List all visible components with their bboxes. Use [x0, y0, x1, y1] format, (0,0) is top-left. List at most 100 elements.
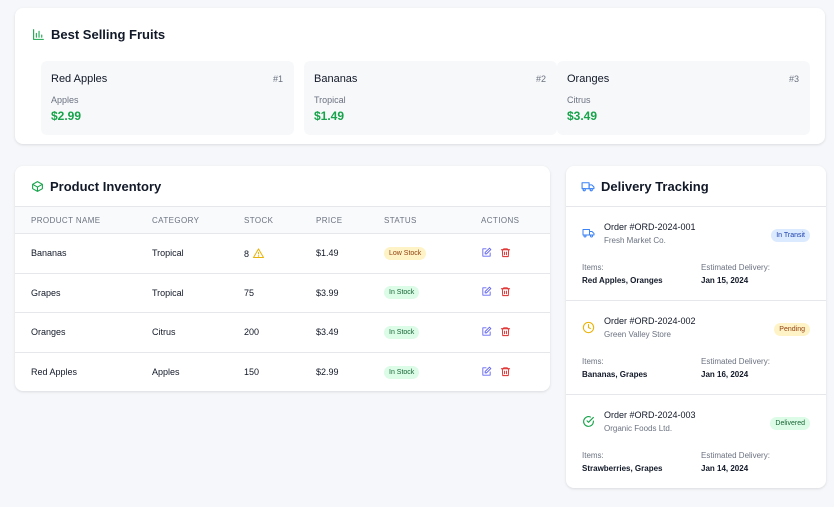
status-badge: In Stock: [384, 325, 420, 339]
warning-icon: [253, 248, 265, 258]
delete-icon[interactable]: [500, 366, 511, 377]
fruit-category: Apples: [51, 95, 79, 105]
cell-category: Citrus: [152, 312, 244, 353]
order-id: Order #ORD-2024-002: [604, 316, 696, 326]
cell-price: $3.49: [316, 312, 384, 353]
delete-icon[interactable]: [500, 326, 511, 337]
order-id: Order #ORD-2024-001: [604, 222, 696, 232]
eta-value: Jan 16, 2024: [701, 370, 749, 379]
stock-value: 8: [244, 248, 250, 259]
table-row: Red Apples Apples 150 $2.99 In Stock: [15, 352, 550, 392]
eta-label: Estimated Delivery:: [701, 451, 770, 460]
cell-price: $1.49: [316, 233, 384, 274]
cell-actions: [481, 352, 550, 392]
cell-actions: [481, 273, 550, 313]
inventory-table: PRODUCT NAME CATEGORY STOCK PRICE STATUS…: [15, 206, 550, 392]
items-value: Strawberries, Grapes: [582, 464, 663, 473]
fruit-name: Oranges: [567, 73, 610, 85]
order-item[interactable]: Order #ORD-2024-001 Fresh Market Co. In …: [566, 206, 826, 300]
column-header[interactable]: STATUS: [384, 207, 481, 234]
table-header-row: PRODUCT NAME CATEGORY STOCK PRICE STATUS…: [15, 206, 550, 234]
table-row: Oranges Citrus 200 $3.49 In Stock: [15, 312, 550, 353]
delete-icon[interactable]: [500, 286, 511, 297]
cell-status: In Stock: [384, 273, 481, 313]
order-item[interactable]: Order #ORD-2024-002 Green Valley Store P…: [566, 300, 826, 394]
column-header: ACTIONS: [481, 215, 520, 225]
items-label: Items:: [582, 451, 604, 460]
eta-label: Estimated Delivery:: [701, 357, 770, 366]
fruit-price: $2.99: [51, 109, 82, 123]
fruit-category: Tropical: [314, 95, 346, 105]
status-badge: Pending: [774, 323, 810, 336]
delivery-title: Delivery Tracking: [581, 179, 709, 194]
items-label: Items:: [582, 357, 604, 366]
cell-stock: 200: [244, 312, 316, 353]
delivery-title-text: Delivery Tracking: [601, 179, 709, 194]
cell-stock: 75: [244, 273, 316, 313]
clock-icon: [582, 321, 595, 334]
column-header[interactable]: STOCK: [244, 207, 316, 234]
best-seller-item[interactable]: Red Apples #1 Apples $2.99: [41, 61, 294, 135]
cell-price: $3.99: [316, 273, 384, 313]
table-row: Bananas Tropical 8 $1.49 Low Stock: [15, 233, 550, 274]
edit-icon[interactable]: [481, 286, 492, 297]
eta-value: Jan 14, 2024: [701, 464, 749, 473]
status-badge: In Stock: [384, 286, 420, 300]
inventory-title-text: Product Inventory: [50, 179, 162, 194]
edit-icon[interactable]: [481, 366, 492, 377]
column-header[interactable]: PRICE: [316, 207, 384, 234]
cell-actions: [481, 233, 550, 274]
truck-icon: [582, 229, 595, 238]
order-id: Order #ORD-2024-003: [604, 410, 696, 420]
fruit-rank: #1: [272, 74, 283, 84]
bar-chart-icon: [33, 29, 44, 40]
best-selling-card: Best Selling Fruits Red Apples #1 Apples…: [15, 8, 825, 144]
delivery-card: Delivery Tracking Order #ORD-2024-001 Fr…: [566, 166, 826, 488]
order-store: Fresh Market Co.: [604, 236, 666, 245]
cell-category: Tropical: [152, 273, 244, 313]
status-badge: In Stock: [384, 365, 420, 379]
cell-name: Grapes: [15, 273, 152, 313]
fruit-name: Red Apples: [51, 73, 108, 85]
cell-category: Tropical: [152, 233, 244, 274]
eta-value: Jan 15, 2024: [701, 276, 749, 285]
cell-price: $2.99: [316, 367, 339, 377]
order-store: Green Valley Store: [604, 330, 671, 339]
delete-icon[interactable]: [500, 247, 511, 258]
table-row: Grapes Tropical 75 $3.99 In Stock: [15, 273, 550, 313]
check-circle-icon: [583, 416, 594, 427]
inventory-title: Product Inventory: [31, 179, 161, 194]
edit-icon[interactable]: [481, 247, 492, 258]
cell-stock: 150: [244, 367, 260, 377]
best-selling-title: Best Selling Fruits: [32, 27, 165, 42]
cell-stock: 8: [244, 233, 316, 274]
eta-label: Estimated Delivery:: [701, 263, 770, 272]
edit-icon[interactable]: [481, 326, 492, 337]
cell-name: Bananas: [15, 233, 152, 274]
fruit-rank: #2: [535, 74, 546, 84]
truck-icon: [581, 182, 595, 192]
items-value: Red Apples, Oranges: [582, 276, 663, 285]
cell-status: Low Stock: [384, 233, 481, 274]
fruit-price: $3.49: [567, 109, 598, 123]
items-label: Items:: [582, 263, 604, 272]
cell-status: In Stock: [384, 312, 481, 353]
cell-name: Red Apples: [31, 367, 78, 377]
column-header[interactable]: PRODUCT NAME: [15, 207, 152, 234]
order-item[interactable]: Order #ORD-2024-003 Organic Foods Ltd. D…: [566, 394, 826, 488]
column-header[interactable]: CATEGORY: [152, 207, 244, 234]
best-seller-item[interactable]: Oranges #3 Citrus $3.49: [557, 61, 810, 135]
cell-name: Oranges: [15, 312, 152, 353]
fruit-category: Citrus: [567, 95, 591, 105]
fruit-name: Bananas: [314, 73, 358, 85]
cell-status: In Stock: [384, 352, 481, 392]
items-value: Bananas, Grapes: [582, 370, 648, 379]
inventory-card: Product Inventory PRODUCT NAME CATEGORY …: [15, 166, 550, 391]
status-badge: Delivered: [770, 417, 810, 430]
status-badge: Low Stock: [384, 246, 427, 260]
order-store: Organic Foods Ltd.: [604, 424, 673, 433]
fruit-rank: #3: [788, 74, 799, 84]
box-icon: [32, 181, 43, 192]
best-seller-item[interactable]: Bananas #2 Tropical $1.49: [304, 61, 557, 135]
status-badge: In Transit: [771, 229, 810, 242]
